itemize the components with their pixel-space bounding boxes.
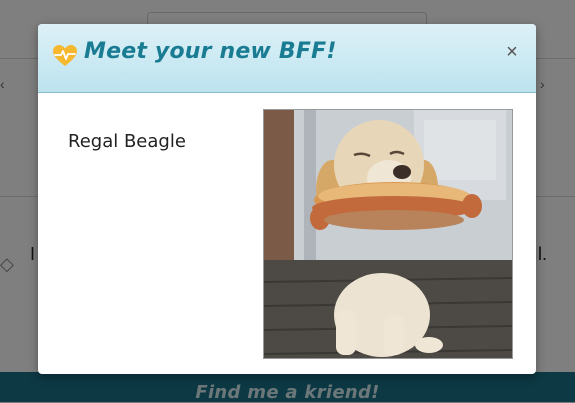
bff-modal: Meet your new BFF! × Regal Beagle (38, 24, 536, 374)
dog-photo (263, 109, 513, 359)
dog-breed-name: Regal Beagle (68, 131, 186, 152)
modal-body: Regal Beagle (38, 93, 536, 374)
modal-header: Meet your new BFF! × (38, 24, 536, 93)
modal-title: Meet your new BFF! (84, 39, 337, 64)
close-icon[interactable]: × (500, 40, 524, 64)
heart-pulse-icon (52, 44, 78, 68)
